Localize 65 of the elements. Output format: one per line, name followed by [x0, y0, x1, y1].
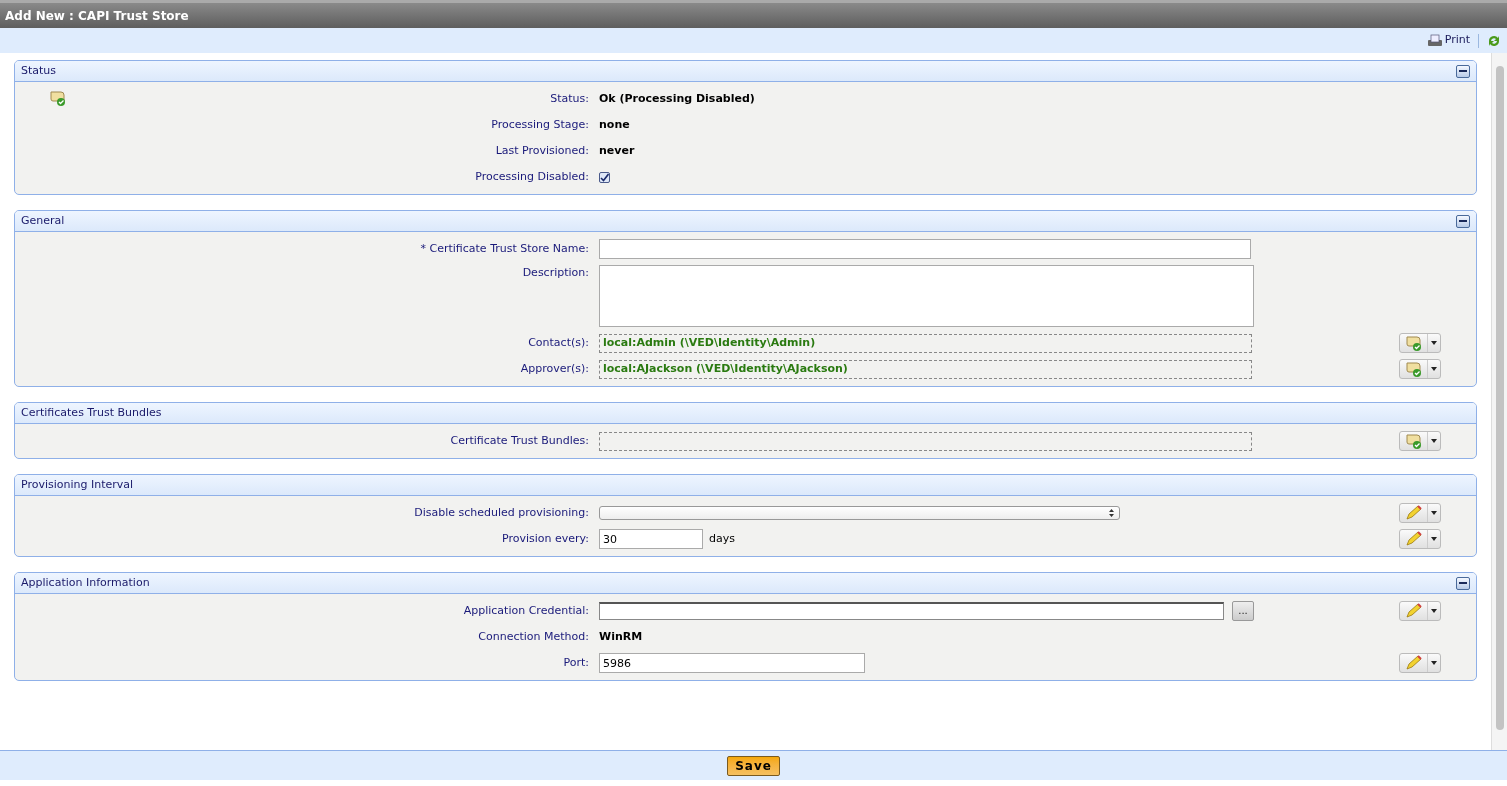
- caret-icon: [1431, 661, 1437, 665]
- field-value: never: [599, 142, 635, 159]
- field-label: Last Provisioned:: [495, 142, 589, 159]
- caret-icon: [1431, 341, 1437, 345]
- caret-icon: [1431, 367, 1437, 371]
- unit-label: days: [709, 530, 735, 547]
- selection-list-field[interactable]: local:AJackson (\VED\Identity\AJackson): [599, 359, 1252, 379]
- selection-list-field[interactable]: local:Admin (\VED\Identity\Admin): [599, 333, 1252, 353]
- field-value: Ok (Processing Disabled): [599, 90, 755, 107]
- picker-dropdown-button[interactable]: [1399, 333, 1441, 353]
- scroll-check-icon: [1404, 432, 1423, 450]
- credential-field[interactable]: [599, 602, 1224, 620]
- window-title: Add New : CAPI Trust Store: [5, 7, 189, 25]
- checkbox[interactable]: [599, 171, 610, 183]
- section-title: General: [21, 212, 65, 229]
- caret-icon: [1431, 609, 1437, 613]
- edit-dropdown-button[interactable]: [1399, 529, 1441, 549]
- field-label: Description:: [522, 265, 589, 281]
- text-input-field[interactable]: 5986: [599, 653, 865, 673]
- field-label: Status:: [550, 90, 589, 107]
- scroll-check-icon: [1404, 360, 1423, 378]
- updown-arrows-icon: [1109, 509, 1114, 517]
- refresh-icon[interactable]: [1487, 33, 1501, 48]
- section-title: Certificates Trust Bundles: [21, 404, 162, 421]
- printer-icon: [1426, 33, 1443, 48]
- field-label: * Certificate Trust Store Name:: [420, 240, 589, 257]
- print-button[interactable]: Print: [1426, 32, 1470, 49]
- field-label: Processing Stage:: [491, 116, 589, 133]
- collapse-button[interactable]: [1456, 64, 1470, 78]
- pencil-icon: [1404, 505, 1423, 521]
- pencil-icon: [1404, 531, 1423, 547]
- field-label: Application Credential:: [463, 602, 589, 619]
- field-label: Connection Method:: [478, 628, 589, 645]
- description-field[interactable]: [599, 265, 1254, 327]
- section-title: Status: [21, 62, 57, 79]
- collapse-button[interactable]: [1456, 576, 1470, 590]
- picker-dropdown-button[interactable]: [1399, 359, 1441, 379]
- edit-dropdown-button[interactable]: [1399, 601, 1441, 621]
- field-label: Certificate Trust Bundles:: [450, 432, 589, 449]
- scroll-check-icon: [1404, 334, 1423, 352]
- field-value: none: [599, 116, 630, 133]
- field-label: Provision every:: [502, 530, 589, 547]
- save-button[interactable]: Save: [727, 755, 780, 776]
- field-label: Approver(s):: [520, 360, 589, 377]
- field-label: Contact(s):: [528, 334, 589, 351]
- selection-list-field[interactable]: [599, 431, 1252, 451]
- text-input-field[interactable]: [599, 239, 1251, 259]
- caret-icon: [1431, 439, 1437, 443]
- edit-dropdown-button[interactable]: [1399, 503, 1441, 523]
- section-title: Provisioning Interval: [21, 476, 134, 493]
- field-label: Disable scheduled provisioning:: [414, 504, 589, 521]
- field-label: Port:: [563, 654, 589, 671]
- dropdown-select[interactable]: [599, 506, 1120, 520]
- field-value: WinRM: [599, 628, 643, 645]
- edit-dropdown-button[interactable]: [1399, 653, 1441, 673]
- collapse-button[interactable]: [1456, 214, 1470, 228]
- text-input-field[interactable]: 30: [599, 529, 703, 549]
- field-label: Processing Disabled:: [475, 168, 589, 185]
- browse-button[interactable]: ...: [1232, 601, 1254, 621]
- pencil-icon: [1404, 655, 1423, 671]
- pencil-icon: [1404, 603, 1423, 619]
- section-title: Application Information: [21, 574, 150, 591]
- caret-icon: [1431, 537, 1437, 541]
- caret-icon: [1431, 511, 1437, 515]
- picker-dropdown-button[interactable]: [1399, 431, 1441, 451]
